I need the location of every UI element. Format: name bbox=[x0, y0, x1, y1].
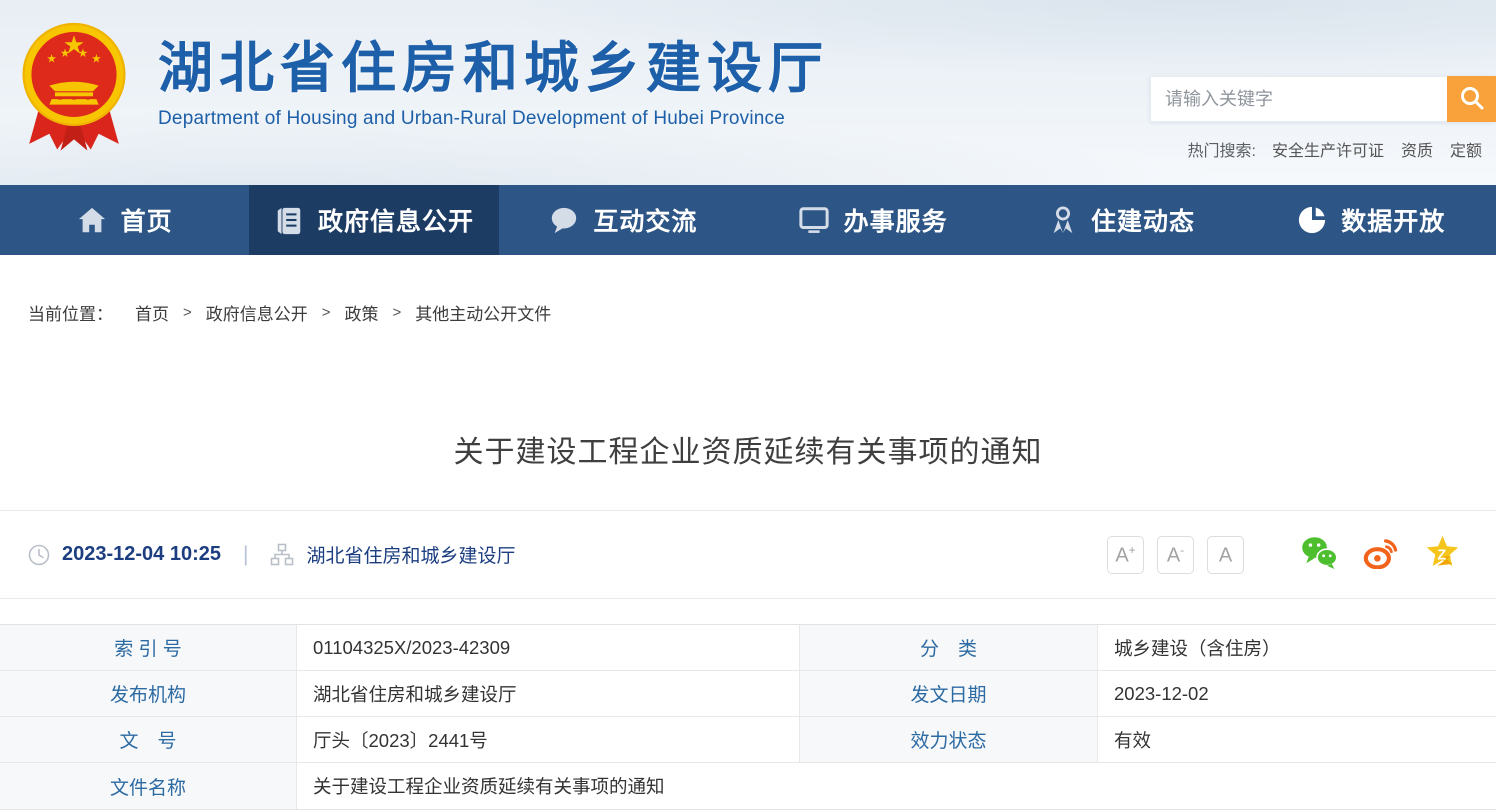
national-emblem-logo[interactable] bbox=[18, 18, 130, 160]
main-nav: 首页 政府信息公开 互动交流 bbox=[0, 185, 1496, 255]
sitemap-icon bbox=[270, 543, 294, 567]
document-info-table: 索 引 号 01104325X/2023-42309 分 类 城乡建设（含住房）… bbox=[0, 624, 1496, 810]
search-icon bbox=[1459, 85, 1485, 114]
breadcrumb-separator: > bbox=[322, 304, 331, 321]
nav-item-gov-info-disclosure[interactable]: 政府信息公开 bbox=[249, 185, 498, 255]
info-label-publish-date: 发文日期 bbox=[800, 671, 1098, 717]
font-size-increase-button[interactable]: A+ bbox=[1107, 536, 1144, 574]
nav-label: 首页 bbox=[121, 202, 173, 238]
font-size-reset-button[interactable]: A bbox=[1207, 536, 1244, 574]
breadcrumb-item-policy[interactable]: 政策 bbox=[345, 300, 379, 325]
info-value-validity-status: 有效 bbox=[1098, 717, 1496, 763]
breadcrumb-separator: > bbox=[183, 304, 192, 321]
pie-chart-icon bbox=[1297, 205, 1327, 235]
article-title: 关于建设工程企业资质延续有关事项的通知 bbox=[0, 427, 1496, 471]
article-meta-bar: 2023-12-04 10:25 | 湖北省住房和城乡建设厅 A+ A- A bbox=[0, 510, 1496, 599]
breadcrumb-item-other-public-docs: 其他主动公开文件 bbox=[415, 300, 551, 325]
wechat-share-icon[interactable] bbox=[1301, 536, 1338, 574]
info-value-index-number: 01104325X/2023-42309 bbox=[297, 625, 800, 671]
search-box bbox=[1150, 76, 1496, 122]
share-icons-group: Z bbox=[1276, 535, 1460, 574]
nav-item-news[interactable]: 住建动态 bbox=[997, 185, 1246, 255]
site-header: 湖北省住房和城乡建设厅 Department of Housing and Ur… bbox=[0, 0, 1496, 185]
nav-item-open-data[interactable]: 数据开放 bbox=[1247, 185, 1496, 255]
nav-item-interaction[interactable]: 互动交流 bbox=[499, 185, 748, 255]
info-label-doc-name: 文件名称 bbox=[0, 763, 297, 809]
nav-label: 办事服务 bbox=[844, 202, 948, 238]
info-value-publish-date: 2023-12-02 bbox=[1098, 671, 1496, 717]
site-subtitle: Department of Housing and Urban-Rural De… bbox=[158, 108, 829, 130]
nav-label: 住建动态 bbox=[1091, 202, 1195, 238]
nav-item-home[interactable]: 首页 bbox=[0, 185, 249, 255]
info-label-doc-number: 文 号 bbox=[0, 717, 297, 763]
chat-bubble-icon bbox=[549, 205, 579, 235]
nav-item-services[interactable]: 办事服务 bbox=[748, 185, 997, 255]
breadcrumb: 当前位置： 首页 > 政府信息公开 > 政策 > 其他主动公开文件 bbox=[28, 300, 1496, 325]
monitor-icon bbox=[798, 205, 830, 235]
article-meta-left: 2023-12-04 10:25 | 湖北省住房和城乡建设厅 bbox=[28, 541, 516, 568]
meta-divider: | bbox=[243, 543, 248, 567]
home-icon bbox=[77, 205, 107, 235]
clock-icon bbox=[28, 544, 50, 566]
svg-text:Z: Z bbox=[1437, 548, 1446, 564]
hot-search-link-qualification[interactable]: 资质 bbox=[1401, 137, 1433, 161]
weibo-share-icon[interactable] bbox=[1363, 536, 1400, 574]
hot-search-link-safety-permit[interactable]: 安全生产许可证 bbox=[1272, 137, 1384, 161]
search-area: 热门搜索: 安全生产许可证 资质 定额 bbox=[1150, 76, 1496, 161]
font-size-decrease-button[interactable]: A- bbox=[1157, 536, 1194, 574]
site-title-block[interactable]: 湖北省住房和城乡建设厅 Department of Housing and Ur… bbox=[158, 38, 829, 130]
hot-search-label: 热门搜索: bbox=[1188, 137, 1256, 161]
article-source: 湖北省住房和城乡建设厅 bbox=[306, 541, 515, 568]
award-person-icon bbox=[1049, 205, 1077, 235]
publish-time: 2023-12-04 10:25 bbox=[62, 543, 221, 566]
info-value-doc-number: 厅头〔2023〕2441号 bbox=[297, 717, 800, 763]
info-label-validity-status: 效力状态 bbox=[800, 717, 1098, 763]
search-input[interactable] bbox=[1150, 76, 1447, 122]
nav-label: 政府信息公开 bbox=[318, 202, 474, 238]
breadcrumb-item-gov-info[interactable]: 政府信息公开 bbox=[206, 300, 308, 325]
info-label-index-number: 索 引 号 bbox=[0, 625, 297, 671]
info-label-publisher: 发布机构 bbox=[0, 671, 297, 717]
info-value-doc-name: 关于建设工程企业资质延续有关事项的通知 bbox=[297, 763, 1496, 809]
breadcrumb-separator: > bbox=[393, 304, 402, 321]
breadcrumb-label: 当前位置： bbox=[28, 300, 113, 325]
nav-label: 数据开放 bbox=[1341, 202, 1445, 238]
document-icon bbox=[274, 205, 304, 235]
article-meta-right: A+ A- A bbox=[1094, 535, 1460, 574]
nav-label: 互动交流 bbox=[593, 202, 697, 238]
hot-search-bar: 热门搜索: 安全生产许可证 资质 定额 bbox=[1150, 137, 1496, 161]
breadcrumb-item-home[interactable]: 首页 bbox=[135, 300, 169, 325]
info-value-publisher: 湖北省住房和城乡建设厅 bbox=[297, 671, 800, 717]
hot-search-link-quota[interactable]: 定额 bbox=[1450, 137, 1482, 161]
qzone-share-icon[interactable]: Z bbox=[1425, 535, 1460, 574]
info-label-category: 分 类 bbox=[800, 625, 1098, 671]
search-button[interactable] bbox=[1447, 76, 1496, 122]
info-value-category: 城乡建设（含住房） bbox=[1098, 625, 1496, 671]
site-title: 湖北省住房和城乡建设厅 bbox=[158, 38, 829, 99]
